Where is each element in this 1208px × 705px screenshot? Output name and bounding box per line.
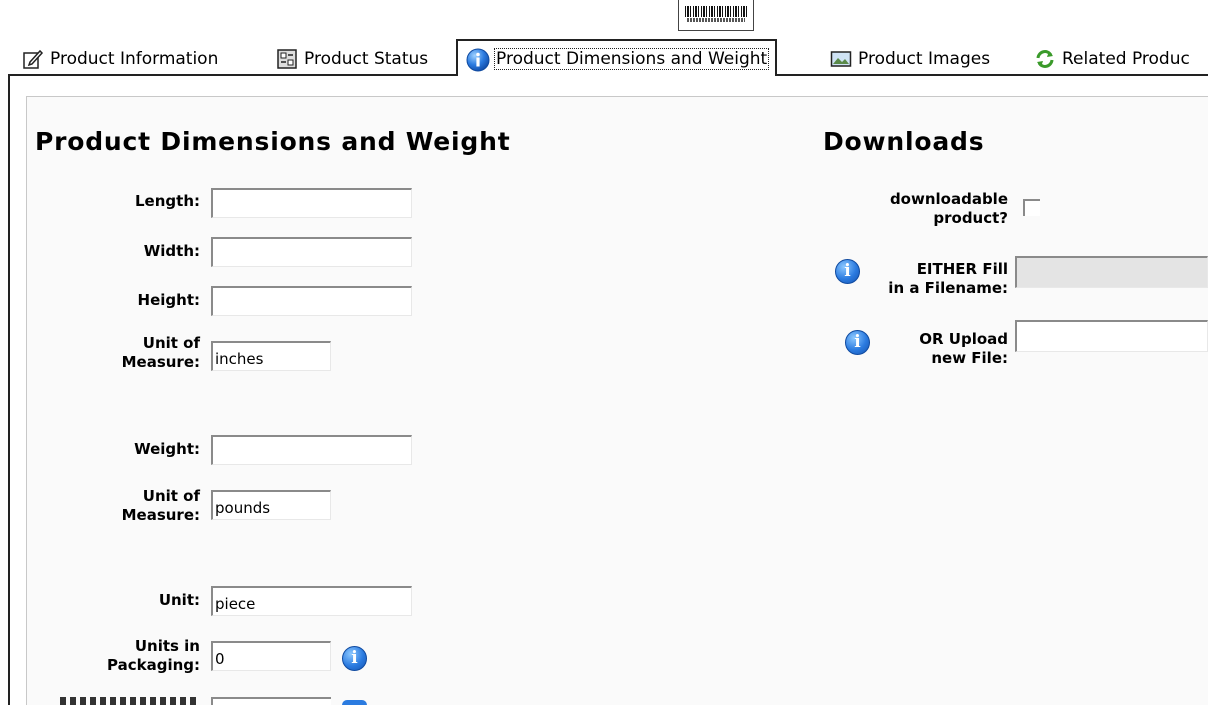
section-heading-dimensions: Product Dimensions and Weight [35,127,511,156]
edit-icon [22,48,44,70]
filename-label-line2: in a Filename: [888,279,1008,297]
upload-label-line1: OR Upload [919,330,1008,348]
tab-label: Related Produc [1062,49,1190,69]
height-input[interactable] [211,286,412,316]
info-icon [466,48,490,71]
weight-unit-label-line1: Unit of [142,487,200,505]
units-packaging-label: Units in Packaging: [60,637,200,675]
size-unit-label: Unit of Measure: [60,334,200,372]
filename-info-icon[interactable]: i [835,259,860,284]
tab-panel [26,96,1208,705]
length-input[interactable] [211,188,412,218]
upload-info-icon[interactable]: i [845,330,870,355]
filename-input[interactable] [1015,256,1208,288]
weight-unit-input[interactable] [211,490,331,520]
units-packaging-info-icon[interactable]: i [342,646,367,671]
tab-label: Product Information [50,49,219,69]
tab-label: Product Status [304,49,429,69]
units-packaging-input[interactable] [211,641,331,671]
filename-label: EITHER Fill in a Filename: [864,260,1008,298]
units-packaging-label-line2: Packaging: [107,656,200,674]
tab-label: Product Dimensions and Weight [494,47,770,70]
tab-related-products[interactable]: Related Produc [1026,44,1190,74]
downloadable-label-line1: downloadable [889,190,1008,208]
width-label: Width: [143,242,200,260]
upload-file-input[interactable] [1015,320,1208,352]
status-icon [276,48,298,70]
tab-product-images[interactable]: Product Images [822,44,990,74]
weight-unit-label: Unit of Measure: [60,487,200,525]
length-label: Length: [135,192,200,210]
units-packaging-label-line1: Units in [134,637,200,655]
tab-product-status[interactable]: Product Status [268,44,428,74]
tab-label: Product Images [858,49,991,69]
downloadable-label: downloadable product? [840,190,1008,228]
upload-label: OR Upload new File: [874,330,1008,368]
cut-off-input[interactable] [211,697,331,705]
tab-product-dimensions-and-weight[interactable]: Product Dimensions and Weight [456,39,778,76]
height-label: Height: [137,291,200,309]
frame-border [8,74,10,705]
weight-label: Weight: [134,440,200,458]
section-heading-downloads: Downloads [823,127,985,156]
barcode-icon [678,0,754,31]
tab-product-information[interactable]: Product Information [14,44,218,74]
unit-label: Unit: [158,591,200,609]
width-input[interactable] [211,237,412,267]
weight-input[interactable] [211,435,412,465]
cut-off-info-icon [342,700,367,705]
weight-unit-label-line2: Measure: [121,506,200,524]
size-unit-label-line2: Measure: [121,353,200,371]
unit-input[interactable] [211,586,412,616]
upload-label-line2: new File: [931,349,1008,367]
tab-bar: Product Information Product Status Produ… [0,38,1208,76]
size-unit-label-line1: Unit of [142,334,200,352]
size-unit-input[interactable] [211,341,331,371]
filename-label-line1: EITHER Fill [916,260,1008,278]
downloadable-label-line2: product? [933,209,1008,227]
image-icon [830,48,852,70]
refresh-icon [1034,48,1056,70]
downloadable-checkbox[interactable] [1023,199,1040,216]
cut-off-label [60,697,200,705]
